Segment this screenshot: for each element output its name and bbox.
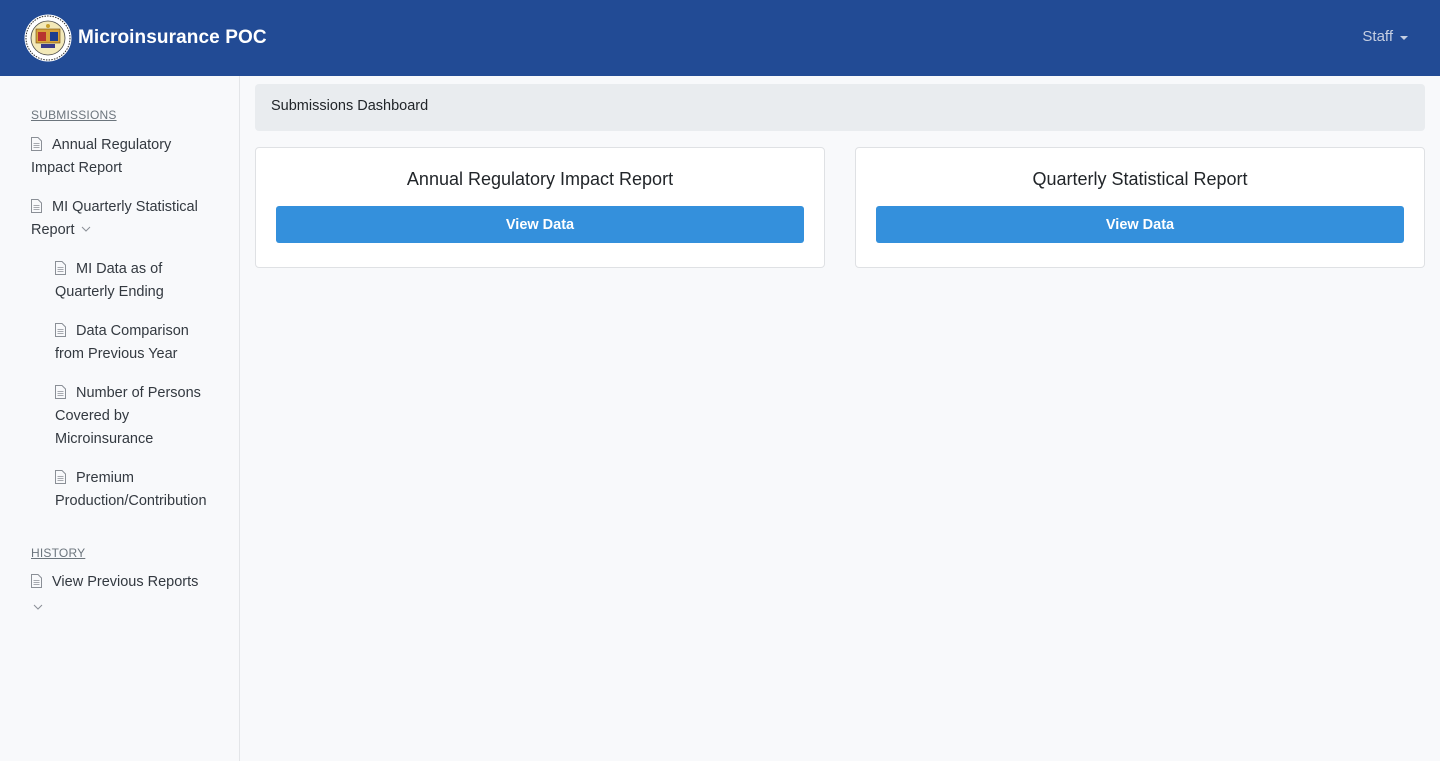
top-navbar: Microinsurance POC Staff — [0, 0, 1440, 76]
section-title-submissions: SUBMISSIONS — [31, 108, 117, 122]
sidebar-subitem-mi-data[interactable]: MI Data as of Quarterly Ending — [55, 258, 215, 304]
card-title: Annual Regulatory Impact Report — [406, 169, 674, 189]
breadcrumb: Submissions Dashboard — [255, 84, 1425, 131]
card-annual-report: Annual Regulatory Impact Report View Dat… — [255, 147, 825, 268]
section-title-history: HISTORY — [31, 546, 86, 560]
view-data-button[interactable]: View Data — [876, 206, 1404, 243]
document-icon — [55, 470, 66, 484]
sidebar-item-label: View Previous Reports — [52, 574, 199, 590]
sidebar-subitem-data-comparison[interactable]: Data Comparison from Previous Year — [55, 320, 215, 366]
sidebar-item-label: Premium Production/Contribution — [55, 470, 207, 509]
document-icon — [55, 323, 66, 337]
chevron-down-icon[interactable] — [81, 226, 91, 233]
caret-down-icon — [1400, 35, 1408, 40]
card-quarterly-report: Quarterly Statistical Report View Data — [855, 147, 1425, 268]
card-title: Quarterly Statistical Report — [1032, 169, 1248, 189]
chevron-down-icon[interactable] — [33, 604, 43, 611]
seal-logo[interactable] — [24, 14, 72, 62]
sidebar-item-label: Annual Regulatory Impact Report — [31, 137, 172, 176]
sidebar-item-quarterly-report[interactable]: MI Quarterly Statistical Report — [31, 196, 211, 242]
sidebar-subitem-persons-covered[interactable]: Number of Persons Covered by Microinsura… — [55, 382, 215, 451]
sidebar-item-label: Data Comparison from Previous Year — [55, 323, 189, 362]
sidebar-subitem-premium-production[interactable]: Premium Production/Contribution — [55, 467, 225, 513]
sidebar: SUBMISSIONS Annual Regulatory Impact Rep… — [0, 76, 240, 761]
app-title[interactable]: Microinsurance POC — [78, 27, 267, 49]
user-menu-dropdown[interactable]: Staff — [1362, 28, 1408, 45]
document-icon — [31, 199, 42, 213]
sidebar-item-previous-reports[interactable]: View Previous Reports — [31, 571, 216, 594]
sidebar-item-label: MI Quarterly Statistical Report — [31, 199, 198, 238]
breadcrumb-current: Submissions Dashboard — [271, 98, 429, 114]
document-icon — [55, 385, 66, 399]
document-icon — [31, 574, 42, 588]
sidebar-item-label: Number of Persons Covered by Microinsura… — [55, 385, 201, 447]
document-icon — [31, 137, 42, 151]
sidebar-item-annual-report[interactable]: Annual Regulatory Impact Report — [31, 134, 211, 180]
view-data-button[interactable]: View Data — [276, 206, 804, 243]
user-menu-label: Staff — [1362, 28, 1393, 45]
document-icon — [55, 261, 66, 275]
sidebar-item-label: MI Data as of Quarterly Ending — [55, 261, 164, 300]
